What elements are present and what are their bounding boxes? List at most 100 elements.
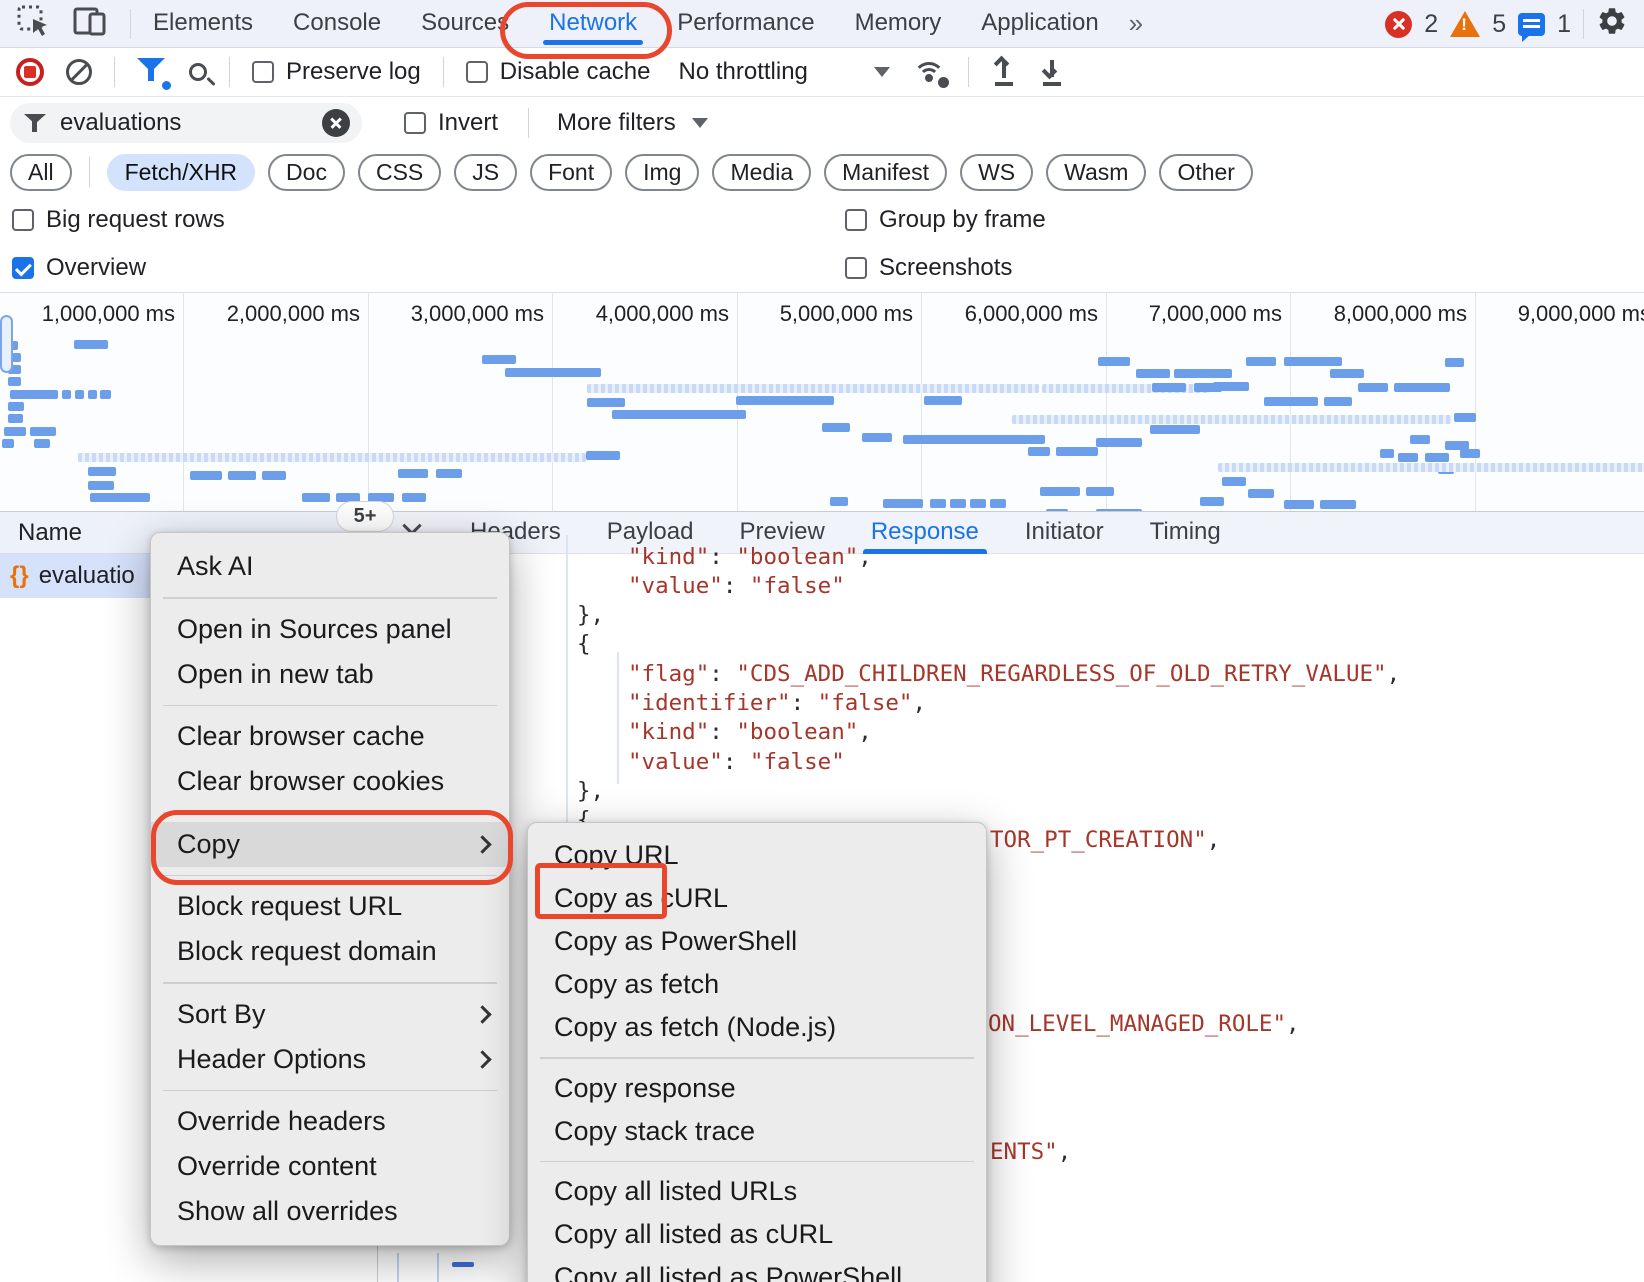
inspect-element-icon[interactable] [16, 4, 50, 43]
menu-item-label: Copy as PowerShell [554, 926, 797, 957]
detail-tab-payload[interactable]: Payload [607, 512, 694, 554]
detail-tab-response[interactable]: Response [871, 512, 979, 554]
menu-item-block-request-domain[interactable]: Block request domain [151, 929, 509, 974]
request-name[interactable]: evaluatio [39, 562, 135, 590]
filter-icon[interactable] [137, 58, 167, 86]
more-filters-dropdown[interactable]: More filters [557, 109, 676, 137]
filter-input[interactable]: evaluations [10, 103, 362, 143]
chip-manifest[interactable]: Manifest [824, 154, 947, 191]
tab-application[interactable]: Application [979, 0, 1100, 48]
throttling-select[interactable]: No throttling [678, 58, 807, 86]
warning-badge-icon[interactable] [1450, 11, 1480, 37]
submenu-item-copy-all-listed-as-powershell[interactable]: Copy all listed as PowerShell [528, 1256, 986, 1282]
clear-network-log-icon[interactable] [66, 59, 92, 85]
group-by-frame-checkbox[interactable]: Group by frame [845, 206, 1046, 234]
submenu-item-copy-stack-trace[interactable]: Copy stack trace [528, 1110, 986, 1153]
chip-wasm[interactable]: Wasm [1046, 154, 1146, 191]
tab-memory[interactable]: Memory [853, 0, 944, 48]
invert-checkbox[interactable]: Invert [404, 109, 498, 137]
chip-css[interactable]: CSS [358, 154, 441, 191]
menu-item-header-options[interactable]: Header Options [151, 1037, 509, 1082]
chip-fetch-xhr[interactable]: Fetch/XHR [107, 154, 255, 191]
detail-tab-timing[interactable]: Timing [1150, 512, 1221, 554]
submenu-item-copy-url[interactable]: Copy URL [528, 834, 986, 877]
tab-sources[interactable]: Sources [419, 0, 511, 48]
detail-tab-initiator[interactable]: Initiator [1025, 512, 1104, 554]
tick-label: 3,000,000 ms [342, 301, 544, 327]
overview-left-grip[interactable] [0, 315, 13, 373]
submenu-item-copy-all-listed-as-curl[interactable]: Copy all listed as cURL [528, 1213, 986, 1256]
import-har-icon[interactable] [991, 58, 1017, 86]
checkbox-unchecked[interactable] [404, 112, 426, 134]
chip-img[interactable]: Img [625, 154, 699, 191]
tab-network[interactable]: Network [547, 0, 639, 48]
detail-tab-preview[interactable]: Preview [739, 512, 824, 554]
record-network-log-icon[interactable] [16, 58, 44, 86]
waterfall-bar [1248, 489, 1274, 498]
export-har-icon[interactable] [1039, 58, 1065, 86]
row-action-badge[interactable]: 5+ [336, 501, 394, 532]
waterfall-bar [830, 497, 848, 506]
chip-js[interactable]: JS [454, 154, 517, 191]
more-filters-caret-icon[interactable] [692, 118, 708, 128]
waterfall-bar [436, 469, 462, 478]
chip-font[interactable]: Font [530, 154, 612, 191]
overview-checkbox[interactable]: Overview [12, 254, 146, 282]
menu-item-open-in-sources-panel[interactable]: Open in Sources panel [151, 607, 509, 652]
filter-funnel-icon [24, 112, 46, 134]
screenshots-checkbox[interactable]: Screenshots [845, 254, 1012, 282]
submenu-item-copy-as-curl[interactable]: Copy as cURL [528, 877, 986, 920]
clear-filter-icon[interactable] [322, 109, 350, 137]
chip-ws[interactable]: WS [960, 154, 1033, 191]
device-toolbar-icon[interactable] [72, 4, 108, 43]
request-context-menu: Ask AI Open in Sources panelOpen in new t… [150, 532, 510, 1246]
more-panels-icon[interactable]: » [1129, 8, 1137, 39]
menu-item-show-all-overrides[interactable]: Show all overrides [151, 1189, 509, 1234]
checkbox-checked[interactable] [12, 257, 34, 279]
submenu-item-copy-as-fetch-node-js[interactable]: Copy as fetch (Node.js) [528, 1006, 986, 1049]
waterfall-bar [1098, 357, 1130, 366]
checkbox-unchecked[interactable] [845, 209, 867, 231]
menu-item-ask-ai[interactable]: Ask AI [151, 544, 509, 589]
checkbox-unchecked[interactable] [845, 257, 867, 279]
submenu-item-copy-as-fetch[interactable]: Copy as fetch [528, 963, 986, 1006]
menu-item-copy[interactable]: Copy [151, 822, 509, 867]
menu-item-sort-by[interactable]: Sort By [151, 992, 509, 1037]
submenu-item-copy-all-listed-urls[interactable]: Copy all listed URLs [528, 1170, 986, 1213]
preserve-log-label: Preserve log [286, 58, 421, 86]
chip-media[interactable]: Media [712, 154, 811, 191]
checkbox-unchecked[interactable] [466, 61, 488, 83]
network-conditions-icon[interactable] [912, 58, 946, 86]
menu-item-clear-browser-cache[interactable]: Clear browser cache [151, 714, 509, 759]
settings-gear-icon[interactable] [1596, 5, 1628, 44]
chip-doc[interactable]: Doc [268, 154, 345, 191]
menu-item-open-in-new-tab[interactable]: Open in new tab [151, 652, 509, 697]
waterfall-bar [1086, 487, 1114, 496]
network-overview-timeline[interactable]: 1,000,000 ms2,000,000 ms3,000,000 ms4,00… [0, 292, 1644, 512]
issues-icon[interactable] [1518, 13, 1545, 36]
checkbox-unchecked[interactable] [12, 209, 34, 231]
checkbox-unchecked[interactable] [252, 61, 274, 83]
chip-other[interactable]: Other [1159, 154, 1253, 191]
preserve-log-checkbox[interactable]: Preserve log [252, 58, 421, 86]
filter-value[interactable]: evaluations [60, 109, 308, 137]
disable-cache-checkbox[interactable]: Disable cache [466, 58, 651, 86]
big-request-rows-checkbox[interactable]: Big request rows [12, 206, 225, 234]
tab-performance[interactable]: Performance [675, 0, 816, 48]
request-type-chips: All Fetch/XHR Doc CSS JS Font Img Media Manifest… [0, 148, 1644, 196]
menu-item-label: Override headers [177, 1106, 386, 1137]
tab-console[interactable]: Console [291, 0, 383, 48]
submenu-item-copy-response[interactable]: Copy response [528, 1067, 986, 1110]
tick-label: 9,000,000 ms [1449, 301, 1644, 327]
chip-all[interactable]: All [10, 154, 72, 191]
menu-item-clear-browser-cookies[interactable]: Clear browser cookies [151, 759, 509, 804]
throttling-caret-icon[interactable] [874, 67, 890, 77]
menu-item-override-headers[interactable]: Override headers [151, 1099, 509, 1144]
error-badge-icon[interactable] [1385, 11, 1412, 38]
tab-elements[interactable]: Elements [151, 0, 255, 48]
submenu-item-copy-as-powershell[interactable]: Copy as PowerShell [528, 920, 986, 963]
menu-item-block-request-url[interactable]: Block request URL [151, 884, 509, 929]
waterfall-bar [1150, 425, 1200, 434]
search-icon[interactable] [189, 63, 207, 81]
menu-item-override-content[interactable]: Override content [151, 1144, 509, 1189]
